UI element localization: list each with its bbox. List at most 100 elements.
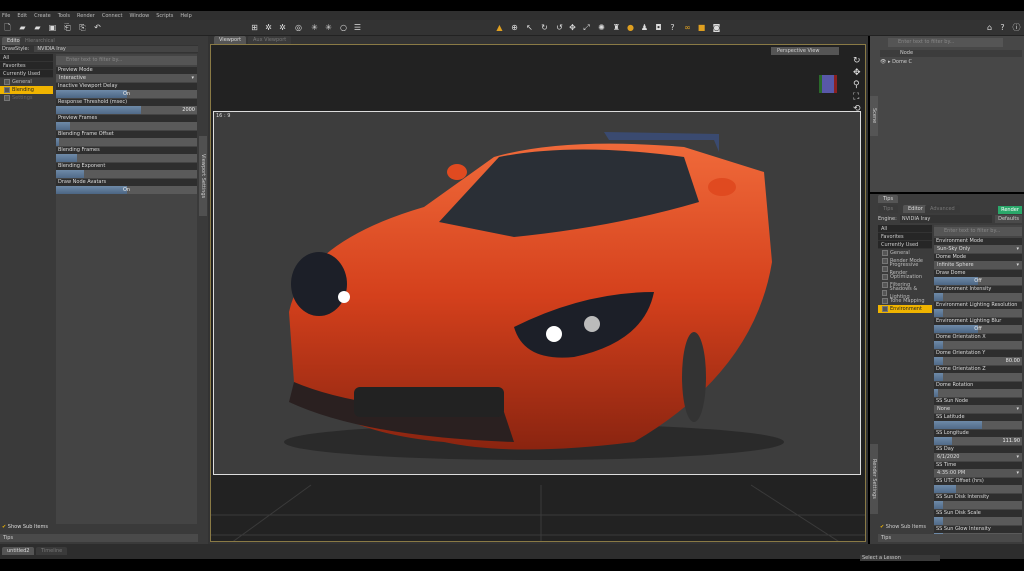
defaults-button[interactable]: Defaults [995, 215, 1022, 223]
property-slider[interactable] [934, 421, 1022, 429]
render-icon[interactable]: ▲ [495, 23, 504, 32]
property-toggle[interactable]: Off [934, 325, 1022, 333]
region-tool-icon[interactable]: ○ [339, 23, 348, 32]
drawstyle-select[interactable]: NVIDIA Iray [34, 46, 198, 52]
new-icon[interactable]: 🗋 [3, 23, 12, 32]
joint-tool-icon[interactable]: ✲ [264, 23, 273, 32]
property-slider[interactable] [56, 170, 197, 178]
property-slider[interactable] [56, 138, 197, 146]
universal-tool-icon[interactable]: ⊕ [510, 23, 519, 32]
menu-window[interactable]: Window [130, 13, 150, 19]
screenshot-icon[interactable]: ◙ [712, 23, 721, 32]
property-select[interactable]: Infinite Sphere [934, 261, 1022, 269]
view-select[interactable]: Perspective View [771, 47, 839, 55]
filter-all[interactable]: All [878, 225, 932, 233]
filter-search-input[interactable]: Enter text to filter by... [56, 56, 197, 65]
home-icon[interactable]: ⌂ [985, 23, 994, 32]
property-slider[interactable] [56, 122, 197, 130]
tree-settings[interactable]: Settings [0, 94, 53, 102]
filter-favorites[interactable]: Favorites [0, 62, 53, 70]
property-toggle[interactable]: Off [934, 277, 1022, 285]
weight-tool-icon[interactable]: ✳ [310, 23, 319, 32]
property-slider[interactable]: 2000 [56, 106, 197, 114]
tab-render-advanced[interactable]: Advanced [925, 205, 960, 213]
spot-render-icon[interactable]: ✺ [597, 23, 606, 32]
reset-view-icon[interactable]: ⟲ [853, 105, 861, 114]
menu-edit[interactable]: Edit [17, 13, 27, 19]
frame-icon[interactable]: ⛶ [853, 93, 861, 102]
side-tab-scene[interactable]: Scene [870, 96, 878, 136]
light-icon[interactable]: ● [626, 23, 635, 32]
menu-create[interactable]: Create [34, 13, 51, 19]
tips-icon[interactable]: ? [998, 23, 1007, 32]
bone-tool-icon[interactable]: ✲ [278, 23, 287, 32]
property-select[interactable]: Sun-Sky Only [934, 245, 1022, 253]
lesson-select[interactable]: Select a Lesson [860, 555, 940, 561]
tree-item[interactable]: Tone Mapping [878, 297, 932, 305]
property-select[interactable]: 6/1/2020 [934, 453, 1022, 461]
menu-file[interactable]: File [2, 13, 10, 19]
scale-tool-icon[interactable]: ⤢ [582, 23, 591, 32]
tab-untitled[interactable]: untitled2 [2, 547, 35, 555]
eye-icon[interactable]: 👁 [880, 59, 886, 65]
property-slider[interactable] [934, 389, 1022, 397]
menu-scripts[interactable]: Scripts [156, 13, 173, 19]
menu-help[interactable]: Help [180, 13, 191, 19]
tree-item[interactable]: Progressive Render [878, 262, 932, 276]
property-select[interactable]: None [934, 405, 1022, 413]
render-button[interactable]: Render [998, 206, 1022, 214]
view-cube[interactable] [819, 75, 837, 93]
show-sub-items-checkbox[interactable]: ✔ Show Sub Items [2, 524, 48, 530]
menu-render[interactable]: Render [77, 13, 95, 19]
pan-icon[interactable]: ✥ [853, 69, 861, 78]
save-icon[interactable]: ▣ [48, 23, 57, 32]
scene-node[interactable]: 👁 ▸ Dome C [880, 59, 912, 65]
property-slider[interactable] [934, 485, 1022, 493]
property-toggle[interactable]: On [56, 90, 197, 98]
render-search-input[interactable]: Enter text to filter by... [934, 227, 1022, 236]
tab-viewport[interactable]: Viewport [214, 36, 247, 44]
property-toggle[interactable]: On [56, 186, 197, 194]
property-slider[interactable]: 80.00 [934, 357, 1022, 365]
camera-figure-icon[interactable]: ♟ [640, 23, 649, 32]
viewport-canvas[interactable]: 16 : 9 Perspective View ↻ ✥ ⚲ ⛶ ⟲ [210, 44, 866, 542]
surface-tool-icon[interactable]: ✳ [324, 23, 333, 32]
tips-tab[interactable]: Tips [0, 534, 198, 542]
link-icon[interactable]: ∞ [683, 23, 692, 32]
tree-item[interactable]: Shadows & Lighting [878, 286, 932, 300]
list-icon[interactable]: ☰ [353, 23, 362, 32]
twist-tool-icon[interactable]: ↺ [555, 23, 564, 32]
figure-tool-icon[interactable]: ♜ [612, 23, 621, 32]
help-icon[interactable]: ⓘ [1012, 23, 1021, 32]
side-tab-render-settings[interactable]: Render Settings [870, 444, 878, 514]
tree-item[interactable]: General [878, 249, 932, 257]
property-slider[interactable]: 111.90 [934, 437, 1022, 445]
property-select[interactable]: 4:35:00 PM [934, 469, 1022, 477]
tab-hierarchical[interactable]: Hierarchical [20, 37, 60, 45]
filter-favorites[interactable]: Favorites [878, 233, 932, 241]
property-select[interactable]: Interactive [56, 74, 197, 82]
select-tool-icon[interactable]: ↖ [525, 23, 534, 32]
tab-timeline[interactable]: Timeline [36, 547, 68, 555]
filter-currently-used[interactable]: Currently Used [0, 70, 53, 78]
geometry-tool-icon[interactable]: ◎ [294, 23, 303, 32]
tree-blending[interactable]: Blending [0, 86, 53, 94]
property-slider[interactable] [56, 154, 197, 162]
tree-general[interactable]: General [0, 78, 53, 86]
menu-tools[interactable]: Tools [58, 13, 70, 19]
property-slider[interactable] [934, 293, 1022, 301]
property-slider[interactable] [934, 341, 1022, 349]
menu-connect[interactable]: Connect [102, 13, 123, 19]
tree-item[interactable]: Environment [878, 305, 932, 313]
camera-icon[interactable]: ◘ [654, 23, 663, 32]
show-sub-items-checkbox[interactable]: ✔ Show Sub Items [880, 524, 926, 530]
tab-aux-viewport[interactable]: Aux Viewport [248, 36, 292, 44]
lock-icon[interactable]: ■ [697, 23, 706, 32]
node-tool-icon[interactable]: ⊞ [250, 23, 259, 32]
import-icon[interactable]: ⎗ [63, 23, 72, 32]
filter-currently-used[interactable]: Currently Used [878, 241, 932, 249]
property-slider[interactable] [934, 501, 1022, 509]
scene-search-input[interactable]: Enter text to filter by... [888, 38, 1003, 47]
property-slider[interactable] [934, 309, 1022, 317]
tab-render-tips[interactable]: Tips [878, 205, 899, 213]
